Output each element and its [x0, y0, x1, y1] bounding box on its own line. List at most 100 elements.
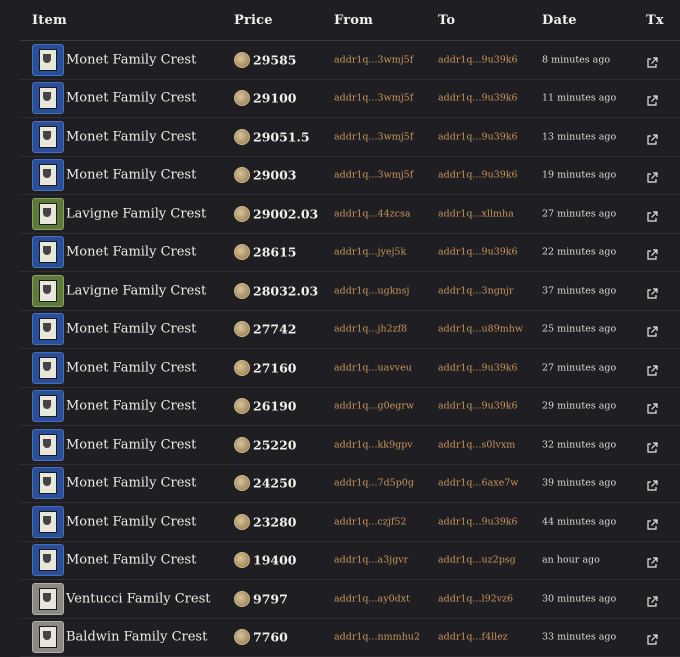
- table-row[interactable]: Monet Family Crest 25220 addr1q...kk9gpv…: [20, 426, 680, 465]
- from-address-link[interactable]: addr1q...3wmj5f: [334, 131, 413, 142]
- crest-thumbnail[interactable]: [32, 82, 64, 114]
- crest-thumbnail[interactable]: [32, 390, 64, 422]
- item-name[interactable]: Monet Family Crest: [66, 245, 196, 260]
- crest-thumbnail[interactable]: [32, 583, 64, 615]
- crest-thumbnail[interactable]: [32, 352, 64, 384]
- item-name[interactable]: Lavigne Family Crest: [66, 206, 206, 221]
- crest-thumbnail[interactable]: [32, 313, 64, 345]
- external-link-icon[interactable]: [646, 554, 658, 566]
- item-name[interactable]: Baldwin Family Crest: [66, 630, 207, 645]
- item-name[interactable]: Lavigne Family Crest: [66, 283, 206, 298]
- table-row[interactable]: Monet Family Crest 29051.5 addr1q...3wmj…: [20, 118, 680, 157]
- header-item[interactable]: Item: [32, 13, 67, 28]
- table-row[interactable]: Monet Family Crest 23280 addr1q...czjf52…: [20, 503, 680, 542]
- table-row[interactable]: Monet Family Crest 29003 addr1q...3wmj5f…: [20, 157, 680, 196]
- to-address-link[interactable]: addr1q...9u39k6: [438, 131, 518, 142]
- to-address-link[interactable]: addr1q...uz2psg: [438, 555, 516, 566]
- crest-thumbnail[interactable]: [32, 275, 64, 307]
- table-row[interactable]: Monet Family Crest 29585 addr1q...3wmj5f…: [20, 41, 680, 80]
- external-link-icon[interactable]: [646, 208, 658, 220]
- crest-thumbnail[interactable]: [32, 44, 64, 76]
- external-link-icon[interactable]: [646, 169, 658, 181]
- external-link-icon[interactable]: [646, 246, 658, 258]
- item-name[interactable]: Monet Family Crest: [66, 514, 196, 529]
- from-address-link[interactable]: addr1q...ugknsj: [334, 285, 409, 296]
- from-address-link[interactable]: addr1q...jyej5k: [334, 247, 406, 258]
- header-from[interactable]: From: [334, 13, 373, 28]
- from-address-link[interactable]: addr1q...a3jgvr: [334, 555, 408, 566]
- from-address-link[interactable]: addr1q...jh2zf8: [334, 324, 407, 335]
- item-name[interactable]: Monet Family Crest: [66, 129, 196, 144]
- to-address-link[interactable]: addr1q...6axe7w: [438, 478, 518, 489]
- external-link-icon[interactable]: [646, 285, 658, 297]
- to-address-link[interactable]: addr1q...3ngnjr: [438, 285, 513, 296]
- table-row[interactable]: Baldwin Family Crest 7760 addr1q...nmmhu…: [20, 619, 680, 657]
- table-row[interactable]: Monet Family Crest 19400 addr1q...a3jgvr…: [20, 542, 680, 581]
- table-row[interactable]: Lavigne Family Crest 28032.03 addr1q...u…: [20, 272, 680, 311]
- external-link-icon[interactable]: [646, 131, 658, 143]
- table-row[interactable]: Monet Family Crest 24250 addr1q...7d5p0g…: [20, 465, 680, 504]
- external-link-icon[interactable]: [646, 323, 658, 335]
- header-to[interactable]: To: [438, 13, 455, 28]
- table-row[interactable]: Lavigne Family Crest 29002.03 addr1q...4…: [20, 195, 680, 234]
- to-address-link[interactable]: addr1q...9u39k6: [438, 401, 518, 412]
- from-address-link[interactable]: addr1q...czjf52: [334, 516, 406, 527]
- from-address-link[interactable]: addr1q...kk9gpv: [334, 439, 413, 450]
- header-price[interactable]: Price: [234, 13, 273, 28]
- to-address-link[interactable]: addr1q...f4llez: [438, 632, 508, 643]
- header-date[interactable]: Date: [542, 13, 577, 28]
- external-link-icon[interactable]: [646, 54, 658, 66]
- crest-thumbnail[interactable]: [32, 544, 64, 576]
- item-name[interactable]: Monet Family Crest: [66, 52, 196, 67]
- from-address-link[interactable]: addr1q...ay0dxt: [334, 593, 410, 604]
- to-address-link[interactable]: addr1q...u89mhw: [438, 324, 523, 335]
- crest-thumbnail[interactable]: [32, 621, 64, 653]
- external-link-icon[interactable]: [646, 631, 658, 643]
- table-row[interactable]: Monet Family Crest 28615 addr1q...jyej5k…: [20, 234, 680, 273]
- from-address-link[interactable]: addr1q...g0egrw: [334, 401, 414, 412]
- item-name[interactable]: Monet Family Crest: [66, 437, 196, 452]
- to-address-link[interactable]: addr1q...9u39k6: [438, 516, 518, 527]
- to-address-link[interactable]: addr1q...9u39k6: [438, 54, 518, 65]
- external-link-icon[interactable]: [646, 362, 658, 374]
- item-name[interactable]: Monet Family Crest: [66, 168, 196, 183]
- external-link-icon[interactable]: [646, 516, 658, 528]
- external-link-icon[interactable]: [646, 400, 658, 412]
- item-name[interactable]: Monet Family Crest: [66, 553, 196, 568]
- table-row[interactable]: Monet Family Crest 26190 addr1q...g0egrw…: [20, 388, 680, 427]
- from-address-link[interactable]: addr1q...nmmhu2: [334, 632, 420, 643]
- crest-thumbnail[interactable]: [32, 236, 64, 268]
- crest-thumbnail[interactable]: [32, 159, 64, 191]
- crest-thumbnail[interactable]: [32, 121, 64, 153]
- crest-thumbnail[interactable]: [32, 467, 64, 499]
- external-link-icon[interactable]: [646, 477, 658, 489]
- item-name[interactable]: Monet Family Crest: [66, 91, 196, 106]
- table-row[interactable]: Monet Family Crest 27742 addr1q...jh2zf8…: [20, 311, 680, 350]
- item-name[interactable]: Ventucci Family Crest: [66, 591, 210, 606]
- item-name[interactable]: Monet Family Crest: [66, 476, 196, 491]
- external-link-icon[interactable]: [646, 439, 658, 451]
- item-name[interactable]: Monet Family Crest: [66, 399, 196, 414]
- to-address-link[interactable]: addr1q...l92vz6: [438, 593, 513, 604]
- from-address-link[interactable]: addr1q...uavveu: [334, 362, 412, 373]
- external-link-icon[interactable]: [646, 593, 658, 605]
- item-name[interactable]: Monet Family Crest: [66, 360, 196, 375]
- to-address-link[interactable]: addr1q...9u39k6: [438, 93, 518, 104]
- from-address-link[interactable]: addr1q...3wmj5f: [334, 93, 413, 104]
- from-address-link[interactable]: addr1q...7d5p0g: [334, 478, 414, 489]
- to-address-link[interactable]: addr1q...s0lvxm: [438, 439, 515, 450]
- to-address-link[interactable]: addr1q...9u39k6: [438, 170, 518, 181]
- external-link-icon[interactable]: [646, 92, 658, 104]
- from-address-link[interactable]: addr1q...3wmj5f: [334, 54, 413, 65]
- from-address-link[interactable]: addr1q...44zcsa: [334, 208, 411, 219]
- crest-thumbnail[interactable]: [32, 429, 64, 461]
- table-row[interactable]: Monet Family Crest 27160 addr1q...uavveu…: [20, 349, 680, 388]
- table-row[interactable]: Monet Family Crest 29100 addr1q...3wmj5f…: [20, 80, 680, 119]
- from-address-link[interactable]: addr1q...3wmj5f: [334, 170, 413, 181]
- to-address-link[interactable]: addr1q...9u39k6: [438, 247, 518, 258]
- to-address-link[interactable]: addr1q...xllmha: [438, 208, 514, 219]
- crest-thumbnail[interactable]: [32, 506, 64, 538]
- table-row[interactable]: Ventucci Family Crest 9797 addr1q...ay0d…: [20, 580, 680, 619]
- to-address-link[interactable]: addr1q...9u39k6: [438, 362, 518, 373]
- header-tx[interactable]: Tx: [646, 13, 664, 28]
